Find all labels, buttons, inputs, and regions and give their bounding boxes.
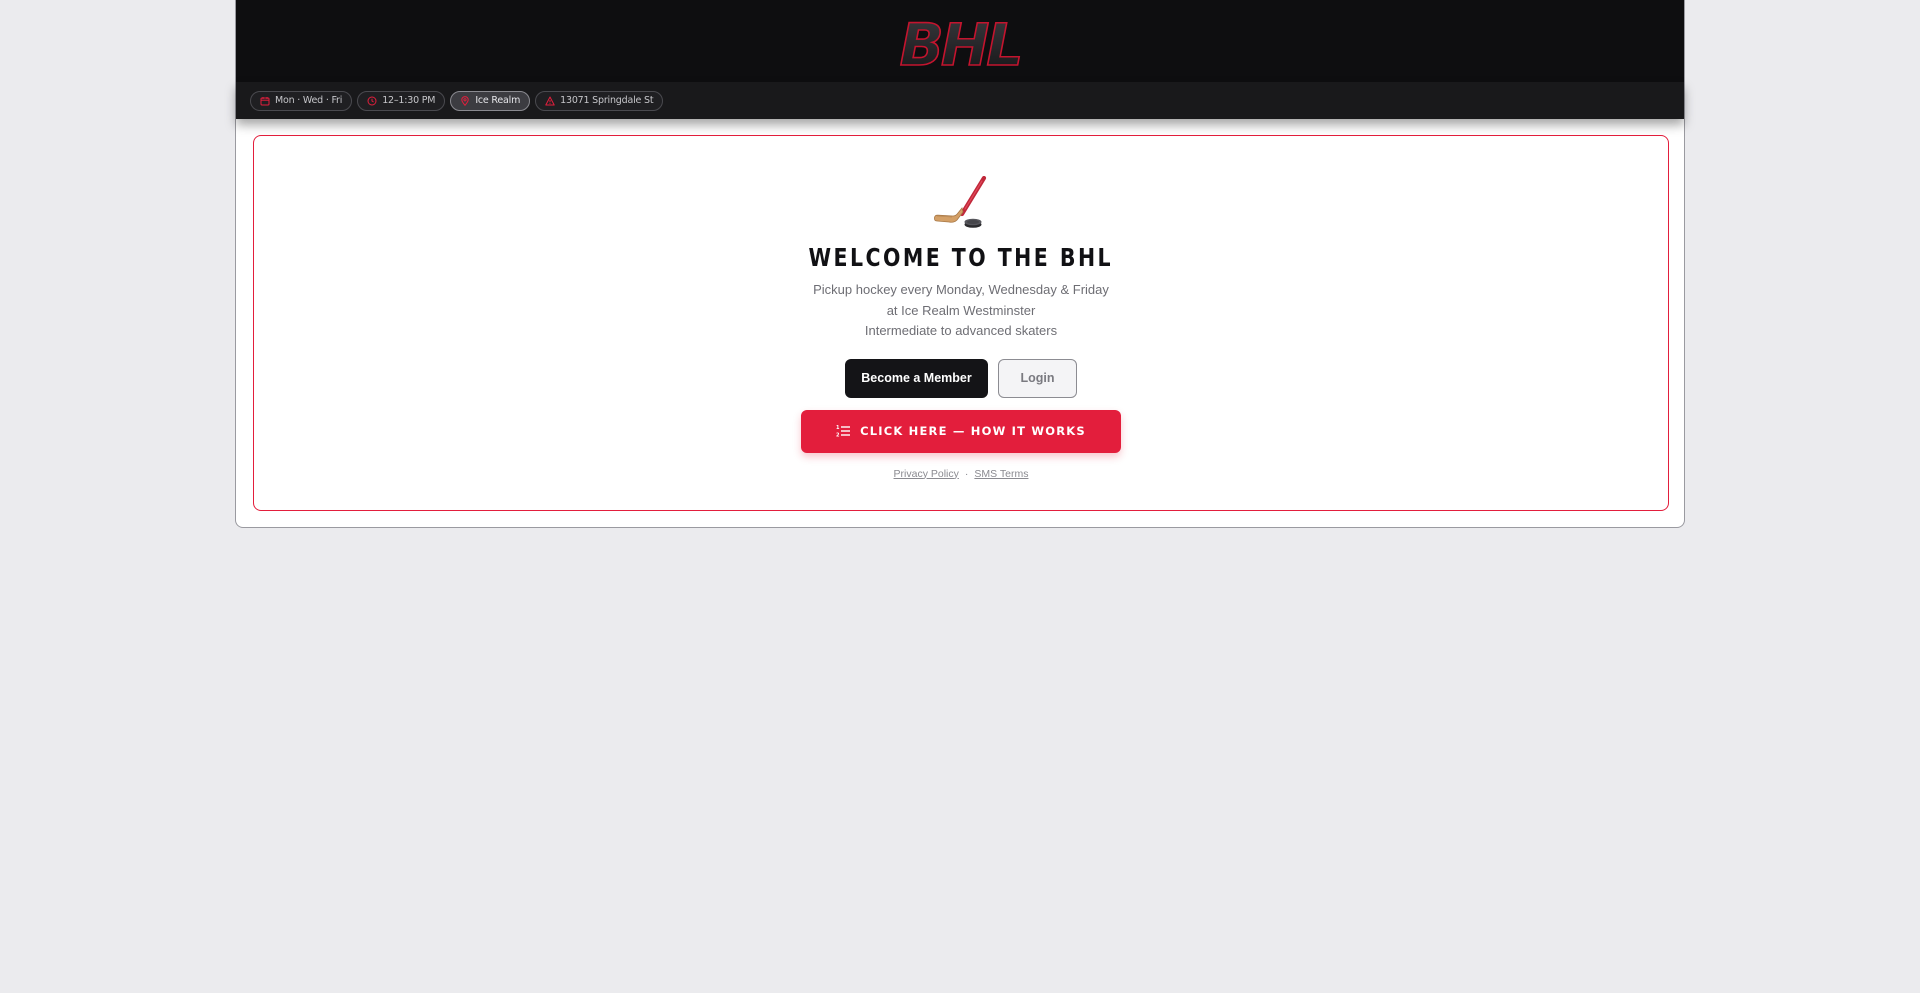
- alert-triangle-icon: [545, 96, 555, 105]
- pill-label: Mon · Wed · Fri: [275, 95, 343, 106]
- sms-terms-link[interactable]: SMS Terms: [974, 468, 1028, 480]
- description-line: at Ice Realm Westminster: [886, 302, 1036, 318]
- pill-location[interactable]: Ice Realm: [450, 90, 531, 111]
- footer-links: Privacy Policy · SMS Terms: [894, 468, 1029, 480]
- link-separator: ·: [964, 467, 969, 480]
- app-frame: BHL Mon · Wed · Fri 12–1:30 PM Ice Realm…: [235, 0, 1685, 528]
- calendar-icon: [260, 96, 270, 105]
- page-title: WELCOME TO THE BHL: [808, 243, 1114, 272]
- pill-address[interactable]: 13071 Springdale St: [535, 90, 664, 111]
- privacy-policy-link[interactable]: Privacy Policy: [894, 468, 959, 480]
- site-header: BHL: [236, 0, 1684, 82]
- how-it-works-button[interactable]: 1 2 CLICK HERE — HOW IT WORKS: [801, 409, 1121, 453]
- location-pin-icon: [461, 95, 470, 106]
- welcome-content: WELCOME TO THE BHL Pickup hockey every M…: [254, 176, 1668, 480]
- auth-buttons: Become a Member Login: [845, 358, 1077, 398]
- login-button[interactable]: Login: [998, 358, 1077, 398]
- how-it-works-label: CLICK HERE — HOW IT WORKS: [860, 424, 1086, 438]
- pill-schedule[interactable]: Mon · Wed · Fri: [250, 90, 353, 111]
- bhl-logo[interactable]: BHL: [890, 12, 1030, 74]
- welcome-card: WELCOME TO THE BHL Pickup hockey every M…: [253, 135, 1669, 511]
- description-line: Pickup hockey every Monday, Wednesday & …: [813, 282, 1109, 297]
- pill-label: 13071 Springdale St: [560, 95, 654, 106]
- become-member-button[interactable]: Become a Member: [845, 358, 988, 398]
- logo-text: BHL: [900, 12, 1021, 74]
- info-bar: Mon · Wed · Fri 12–1:30 PM Ice Realm 130…: [236, 82, 1684, 119]
- description: Pickup hockey every Monday, Wednesday & …: [813, 280, 1109, 342]
- pill-label: 12–1:30 PM: [382, 95, 436, 106]
- description-line: Intermediate to advanced skaters: [864, 323, 1058, 338]
- svg-text:2: 2: [836, 433, 841, 439]
- svg-text:1: 1: [836, 425, 841, 431]
- clock-icon: [367, 96, 377, 105]
- numbered-list-icon: 1 2: [836, 425, 851, 439]
- pill-label: Ice Realm: [475, 95, 521, 106]
- pill-time[interactable]: 12–1:30 PM: [357, 90, 446, 111]
- hockey-stick-icon: [934, 176, 987, 228]
